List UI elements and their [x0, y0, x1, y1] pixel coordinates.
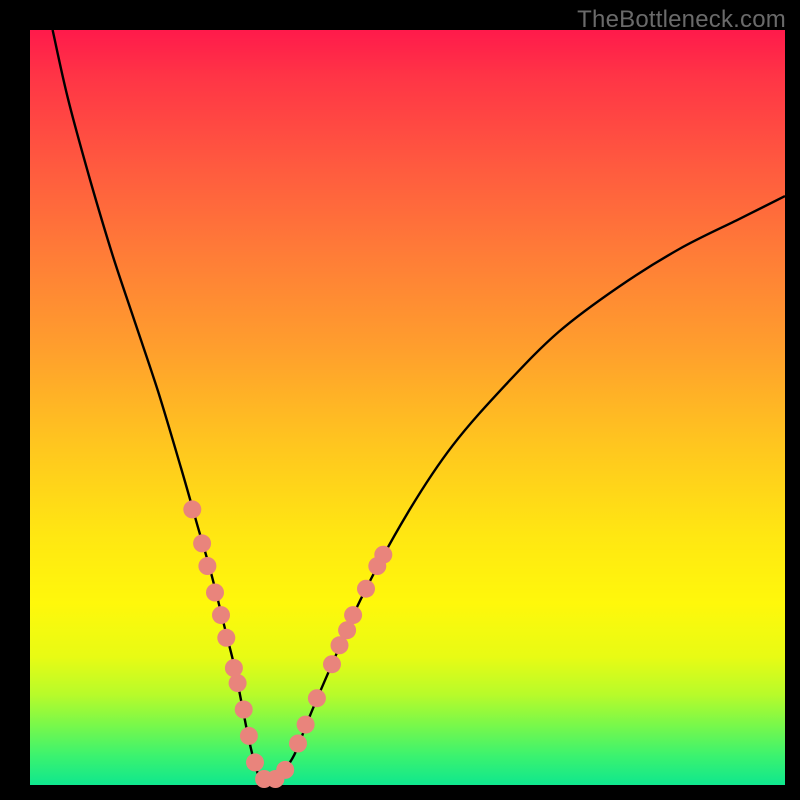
data-point	[289, 735, 307, 753]
data-point	[297, 716, 315, 734]
data-point	[235, 701, 253, 719]
bottleneck-curve	[53, 30, 785, 786]
data-point	[357, 580, 375, 598]
data-point	[246, 753, 264, 771]
data-point	[240, 727, 258, 745]
data-point	[193, 534, 211, 552]
data-point	[344, 606, 362, 624]
data-point	[198, 557, 216, 575]
data-point	[212, 606, 230, 624]
data-point	[276, 761, 294, 779]
data-point	[183, 500, 201, 518]
data-point	[217, 629, 235, 647]
data-points-group	[183, 500, 392, 788]
data-point	[308, 689, 326, 707]
data-point	[323, 655, 341, 673]
chart-frame: TheBottleneck.com	[0, 0, 800, 800]
data-point	[374, 546, 392, 564]
data-point	[229, 674, 247, 692]
chart-svg	[30, 30, 785, 785]
plot-area	[30, 30, 785, 785]
data-point	[225, 659, 243, 677]
data-point	[206, 584, 224, 602]
